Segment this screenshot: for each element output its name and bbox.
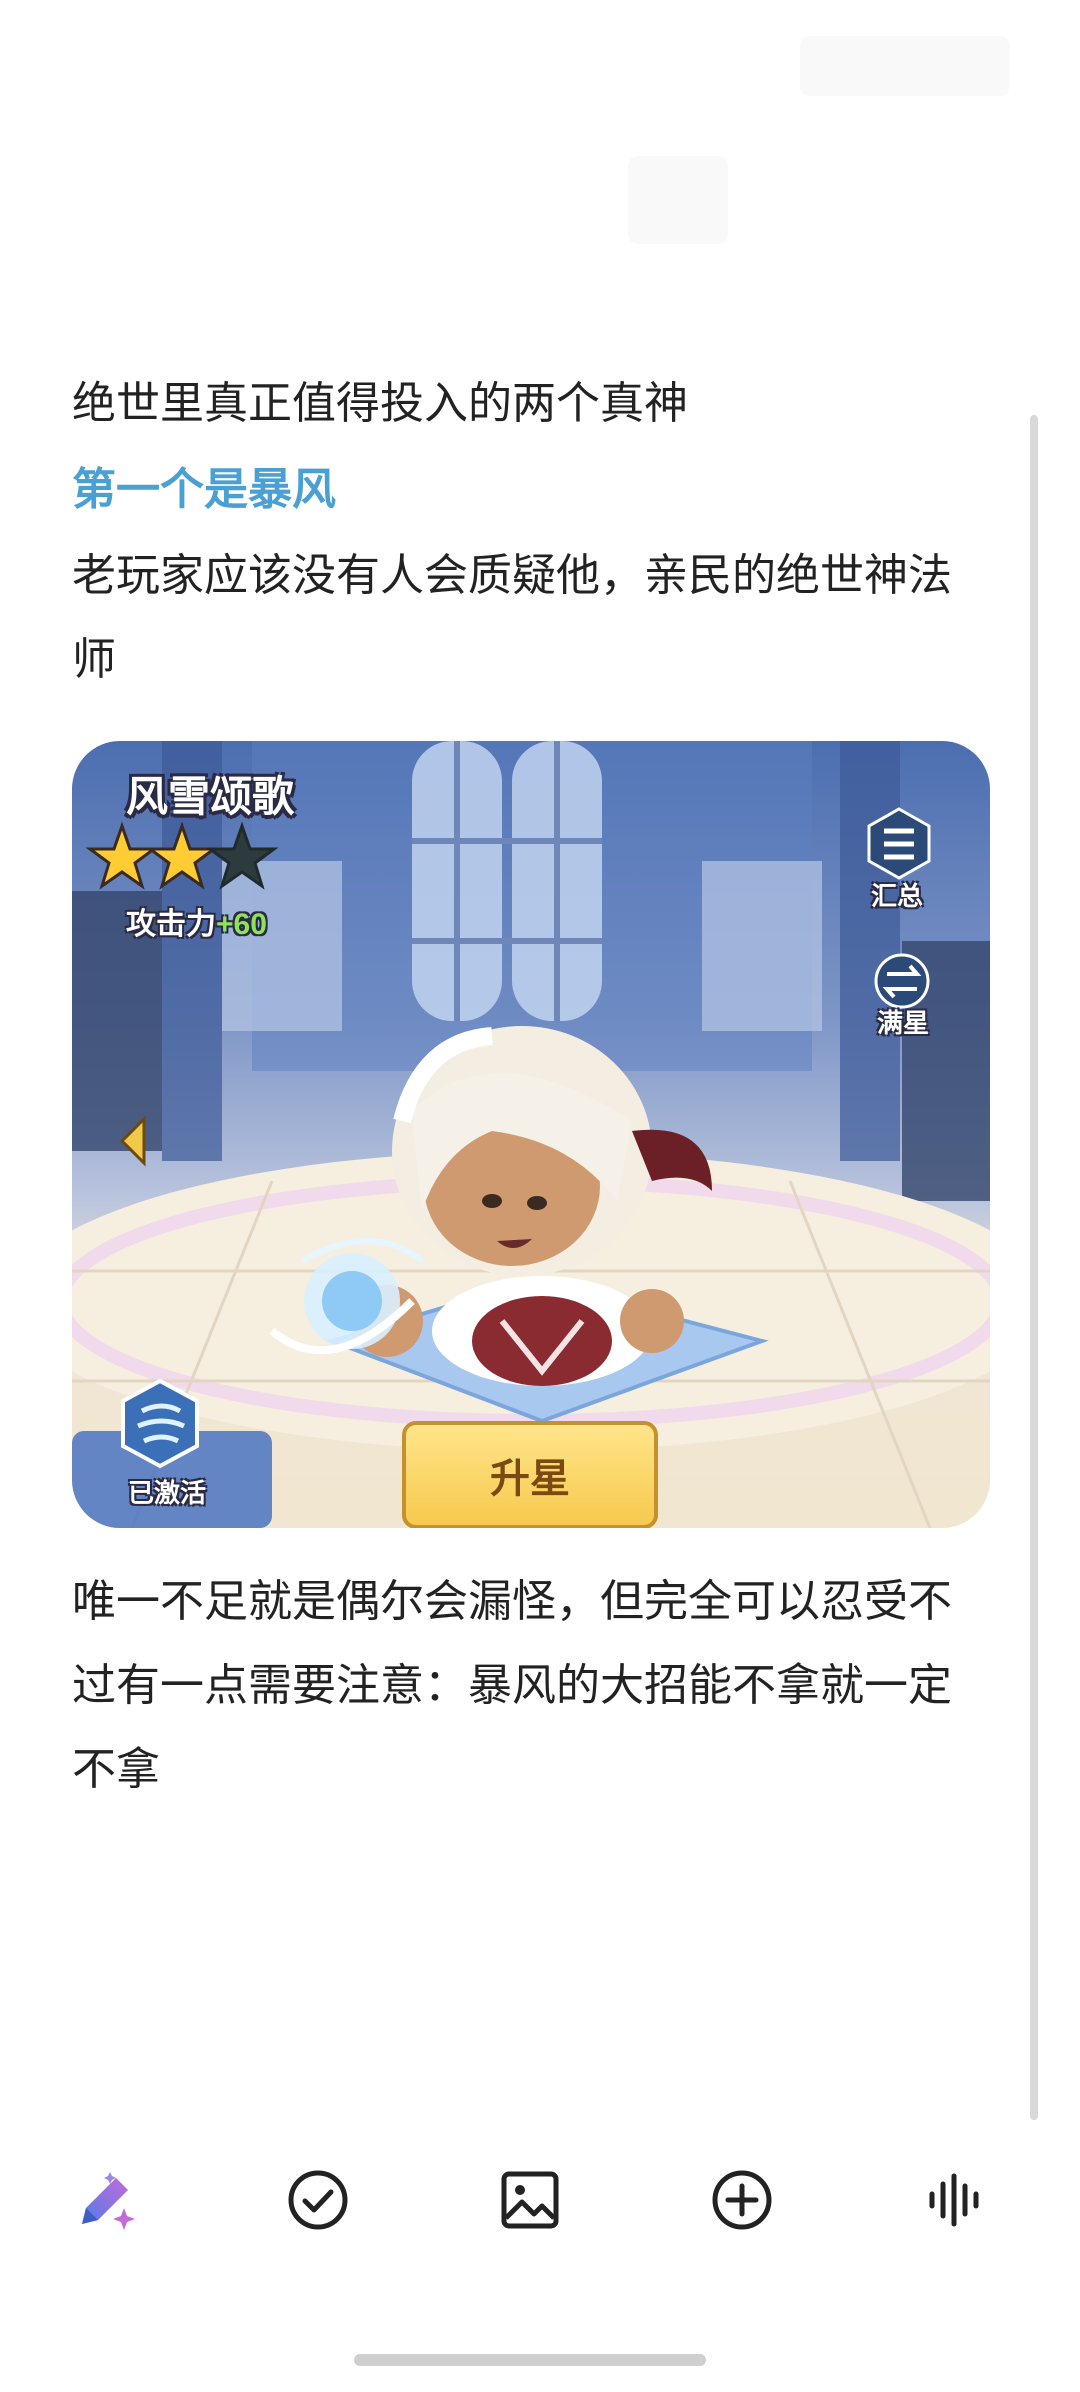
summary-label: 汇总 (870, 881, 923, 911)
article-line-3: 老玩家应该没有人会质疑他，亲民的绝世神法师 (72, 551, 952, 684)
check-circle-icon[interactable] (278, 2160, 358, 2240)
game-skill-title: 风雪颂歌 (126, 773, 295, 820)
ai-pen-icon[interactable] (66, 2160, 146, 2240)
article-paragraph-2: 唯一不足就是偶尔会漏怪，但完全可以忍受不过有一点需要注意：暴风的大招能不拿就一定… (72, 1577, 952, 1794)
home-indicator[interactable] (354, 2354, 706, 2366)
game-scene-background (72, 741, 990, 1528)
upgrade-star-button: 升星 (402, 1421, 658, 1528)
article-highlight-line: 第一个是暴风 (72, 465, 336, 514)
top-blurred-element (800, 36, 1010, 96)
game-attack-stat: 攻击力+60 (126, 899, 267, 943)
attack-label: 攻击力 (126, 908, 216, 941)
article-line-1: 绝世里真正值得投入的两个真神 (72, 379, 688, 428)
scrollbar[interactable] (1030, 415, 1038, 2120)
voice-wave-icon[interactable] (914, 2160, 994, 2240)
activated-label: 已激活 (127, 1478, 206, 1508)
attack-bonus: +60 (216, 908, 267, 941)
image-icon[interactable] (490, 2160, 570, 2240)
star-icon (85, 821, 159, 890)
top-blurred-box (628, 156, 728, 244)
game-screenshot-image[interactable]: 风雪颂歌 攻击力+60 汇总 满星 已激活 升星 (72, 741, 990, 1528)
add-circle-icon[interactable] (702, 2160, 782, 2240)
full-star-label: 满星 (876, 1008, 929, 1038)
